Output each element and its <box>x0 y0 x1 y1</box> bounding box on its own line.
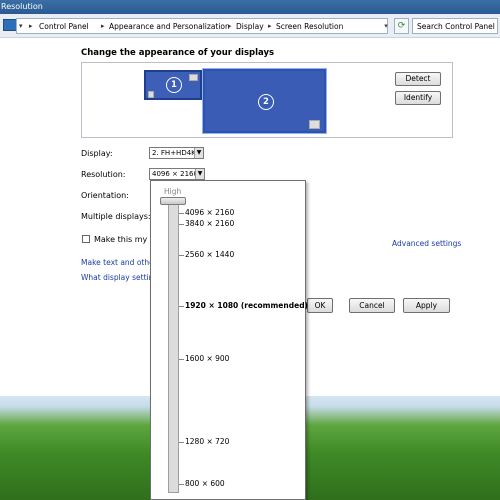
high-label: High <box>164 187 182 196</box>
display-select-value: 2. FH+HD4K <box>152 149 196 157</box>
display-label: Display: <box>81 149 113 158</box>
main-display-checkbox[interactable] <box>82 235 90 243</box>
slider-tick <box>179 306 184 307</box>
ok-button[interactable]: OK <box>307 298 333 313</box>
resolution-option[interactable]: 4096 × 2160 <box>185 208 234 217</box>
breadcrumb-separator-icon[interactable]: ▸ <box>101 20 105 33</box>
monitor-number-1: 1 <box>166 77 182 93</box>
resolution-slider-thumb[interactable] <box>160 197 186 205</box>
apply-button[interactable]: Apply <box>403 298 450 313</box>
breadcrumb-separator-icon[interactable]: ▸ <box>228 20 232 33</box>
identify-button[interactable]: Identify <box>395 91 441 105</box>
control-panel-icon <box>3 19 17 31</box>
breadcrumb-appearance[interactable]: Appearance and Personalization <box>109 20 230 33</box>
resolution-option[interactable]: 1280 × 720 <box>185 437 229 446</box>
monitor-arrangement: 1 2 Detect Identify <box>81 62 453 138</box>
resolution-option[interactable]: 800 × 600 <box>185 479 225 488</box>
slider-tick <box>179 484 184 485</box>
slider-tick <box>179 213 184 214</box>
refresh-icon[interactable]: ⟳ <box>394 18 409 34</box>
taskbar-icon <box>189 74 198 81</box>
breadcrumb-separator-icon[interactable]: ▸ <box>29 20 33 33</box>
advanced-settings-link[interactable]: Advanced settings <box>392 239 461 248</box>
breadcrumb-display[interactable]: Display <box>236 20 264 33</box>
search-input[interactable]: Search Control Panel <box>412 18 498 34</box>
slider-tick <box>179 442 184 443</box>
chevron-down-icon[interactable]: ▼ <box>195 169 204 179</box>
chevron-down-icon[interactable]: ▼ <box>194 148 203 158</box>
monitor-1[interactable]: 1 <box>144 70 202 100</box>
breadcrumb-screen-resolution[interactable]: Screen Resolution <box>276 20 343 33</box>
window-title: Resolution <box>1 2 43 11</box>
breadcrumb-separator-icon[interactable]: ▸ <box>268 20 272 33</box>
slider-tick <box>179 359 184 360</box>
page-title: Change the appearance of your displays <box>81 48 275 58</box>
multiple-displays-label: Multiple displays: <box>81 212 151 221</box>
taskbar-icon <box>148 91 154 98</box>
monitor-2[interactable]: 2 <box>202 68 327 134</box>
display-select[interactable]: 2. FH+HD4K ▼ <box>149 147 204 159</box>
slider-tick <box>179 224 184 225</box>
cancel-button[interactable]: Cancel <box>349 298 395 313</box>
taskbar-icon <box>309 120 320 129</box>
chevron-down-icon[interactable]: ▾ <box>19 20 23 33</box>
orientation-label: Orientation: <box>81 191 129 200</box>
slider-tick <box>179 255 184 256</box>
resolution-option[interactable]: 3840 × 2160 <box>185 219 234 228</box>
resolution-label: Resolution: <box>81 170 126 179</box>
resolution-dropdown: High 4096 × 2160 3840 × 2160 2560 × 1440… <box>150 180 308 500</box>
resolution-slider-track[interactable] <box>168 200 179 493</box>
address-history-dropdown-icon[interactable]: ▾ <box>380 18 392 34</box>
search-placeholder: Search Control Panel <box>417 22 495 31</box>
breadcrumb[interactable]: ▾ ▸ Control Panel ▸ Appearance and Perso… <box>16 18 388 34</box>
breadcrumb-control-panel[interactable]: Control Panel <box>39 20 89 33</box>
monitor-number-2: 2 <box>258 94 274 110</box>
address-bar: ▾ ▸ Control Panel ▸ Appearance and Perso… <box>0 14 500 38</box>
window-title-bar: Resolution <box>0 0 500 14</box>
resolution-select-value: 4096 × 2160 <box>152 170 198 178</box>
resolution-select[interactable]: 4096 × 2160 ▼ <box>149 168 205 180</box>
resolution-option-recommended[interactable]: 1920 × 1080 (recommended) <box>185 301 308 310</box>
detect-button[interactable]: Detect <box>395 72 441 86</box>
resolution-option[interactable]: 2560 × 1440 <box>185 250 234 259</box>
resolution-option[interactable]: 1600 × 900 <box>185 354 229 363</box>
